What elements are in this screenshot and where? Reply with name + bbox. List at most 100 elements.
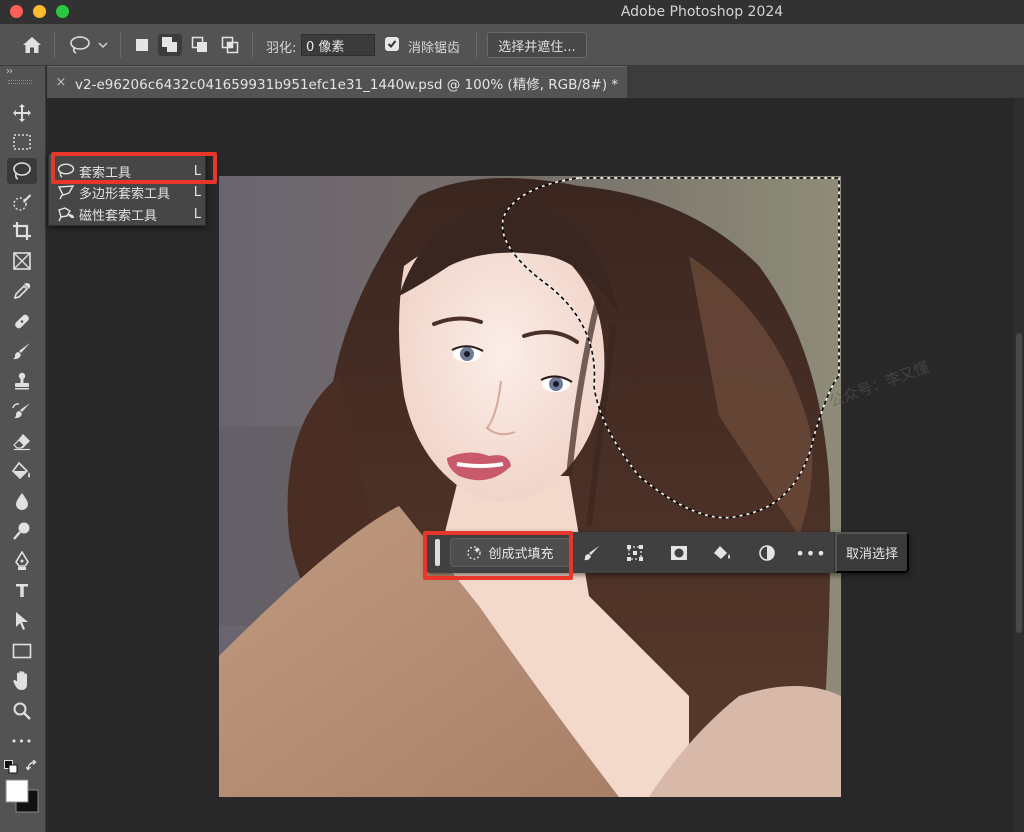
checkmark-icon [387, 40, 397, 48]
portrait-photo [219, 176, 841, 797]
type-tool[interactable]: T [7, 578, 37, 604]
swap-colors-icon[interactable] [26, 760, 40, 774]
more-tools-button[interactable]: ••• [7, 728, 37, 754]
pen-icon [15, 551, 29, 570]
marquee-tool[interactable] [7, 129, 37, 155]
collapse-panel-icon[interactable]: ›› [6, 66, 13, 77]
fill-selection-button[interactable] [711, 541, 735, 565]
home-icon [23, 37, 41, 53]
rectangle-icon [12, 643, 32, 659]
document-image[interactable] [219, 176, 841, 797]
frame-tool[interactable] [7, 248, 37, 274]
hand-icon [13, 671, 27, 690]
panel-grip[interactable] [8, 80, 32, 84]
flyout-item-magnetic-lasso[interactable]: 磁性套索工具 L [55, 204, 205, 224]
path-selection-tool[interactable] [7, 608, 37, 634]
flyout-item-label: 磁性套索工具 [79, 208, 158, 224]
quick-selection-icon [13, 194, 31, 211]
bandage-icon [15, 314, 29, 329]
paint-bucket-tool[interactable] [7, 458, 37, 484]
feather-label: 羽化: [266, 41, 297, 56]
brush-icon [13, 343, 30, 360]
add-to-selection-mode[interactable] [158, 34, 182, 56]
stamp-icon [15, 372, 29, 390]
modify-selection-button[interactable] [580, 541, 604, 565]
create-mask-button[interactable] [667, 541, 691, 565]
brush-tool[interactable] [7, 338, 37, 364]
crop-tool[interactable] [7, 218, 37, 244]
flyout-item-label: 多边形套索工具 [79, 186, 171, 202]
mask-icon [671, 546, 687, 560]
paint-bucket-icon [714, 546, 730, 559]
magnifier-icon [13, 702, 31, 720]
adjustment-layer-button[interactable] [755, 541, 779, 565]
rectangle-tool[interactable] [7, 638, 37, 664]
document-tab-label: v2-e96206c6432c041659931b951efc1e31_1440… [75, 76, 619, 93]
flyout-item-polygonal-lasso[interactable]: 多边形套索工具 L [55, 182, 205, 202]
close-tab-icon[interactable]: × [47, 75, 75, 90]
clone-stamp-tool[interactable] [7, 368, 37, 394]
default-colors-icon[interactable] [4, 760, 18, 774]
chevron-down-icon [98, 42, 108, 49]
highlight-generative-fill [423, 531, 573, 580]
select-and-mask-button[interactable]: 选择并遮住... [487, 32, 587, 58]
document-tab[interactable]: × v2-e96206c6432c041659931b951efc1e31_14… [47, 66, 627, 98]
highlight-lasso-tool [51, 152, 217, 184]
home-button[interactable] [18, 32, 46, 58]
transform-icon [627, 545, 643, 561]
magnetic-lasso-icon [58, 207, 74, 222]
drop-icon [16, 493, 28, 510]
antialias-label: 消除锯齿 [408, 41, 461, 56]
title-bar: Adobe Photoshop 2024 [0, 0, 1024, 24]
hand-tool[interactable] [7, 668, 37, 694]
quick-selection-tool[interactable] [7, 189, 37, 215]
vertical-scrollbar[interactable] [1014, 98, 1024, 832]
dodge-tool[interactable] [7, 518, 37, 544]
shortcut-key: L [193, 206, 201, 222]
shortcut-key: L [193, 184, 201, 200]
eyedropper-icon [13, 283, 31, 300]
color-swatches[interactable] [4, 778, 44, 818]
scrollbar-thumb[interactable] [1016, 333, 1022, 633]
subtract-from-selection-mode[interactable] [188, 34, 212, 56]
history-brush-icon [12, 403, 30, 419]
tools-panel: ›› T ••• [0, 66, 46, 832]
lasso-icon [13, 162, 31, 180]
new-selection-icon [136, 39, 148, 51]
pen-tool[interactable] [7, 548, 37, 574]
antialias-checkbox[interactable] [385, 37, 399, 51]
tool-preset-picker[interactable] [64, 32, 112, 58]
more-icon: ••• [10, 734, 34, 748]
eraser-icon [13, 434, 30, 451]
intersect-selection-mode[interactable] [218, 34, 242, 56]
arrow-cursor-icon [16, 612, 28, 630]
blur-tool[interactable] [7, 488, 37, 514]
frame-icon [13, 252, 31, 270]
new-selection-mode[interactable] [130, 34, 154, 56]
deselect-button[interactable]: 取消选择 [835, 532, 909, 573]
swap-colors-area [4, 760, 44, 778]
rectangular-marquee-icon [13, 134, 31, 150]
type-icon: T [15, 580, 29, 602]
document-tabs: × v2-e96206c6432c041659931b951efc1e31_14… [47, 66, 1024, 98]
crop-icon [13, 222, 31, 240]
zoom-tool[interactable] [7, 698, 37, 724]
more-options-button[interactable]: ••• [795, 541, 825, 565]
transform-selection-button[interactable] [623, 541, 647, 565]
healing-brush-tool[interactable] [7, 308, 37, 334]
move-tool[interactable] [7, 100, 37, 126]
eraser-tool[interactable] [7, 428, 37, 454]
move-icon [13, 104, 31, 122]
dodge-icon [13, 522, 30, 540]
lasso-tool[interactable] [7, 158, 37, 184]
options-bar: 羽化: 消除锯齿 选择并遮住... [0, 24, 1024, 66]
app-title: Adobe Photoshop 2024 [620, 4, 784, 20]
polygonal-lasso-icon [57, 185, 75, 200]
paint-bucket-icon [11, 461, 30, 480]
feather-input[interactable] [301, 34, 375, 56]
subtract-selection-icon [191, 36, 207, 52]
history-brush-tool[interactable] [7, 398, 37, 424]
foreground-color-swatch[interactable] [5, 779, 29, 803]
brush-icon [584, 546, 599, 561]
eyedropper-tool[interactable] [7, 278, 37, 304]
